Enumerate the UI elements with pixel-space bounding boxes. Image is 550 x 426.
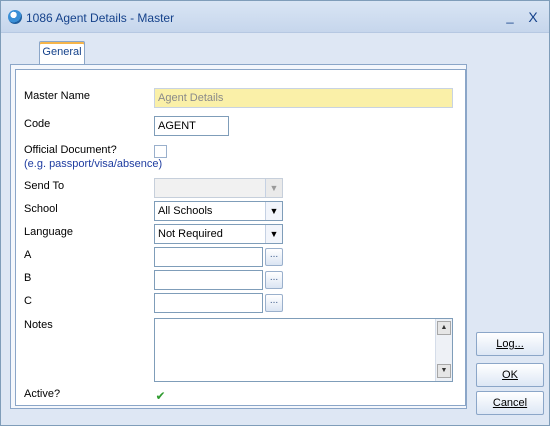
official-document-hint: (e.g. passport/visa/absence) (24, 158, 163, 170)
ok-button[interactable]: OK (476, 363, 544, 387)
scroll-down-icon[interactable]: ▼ (437, 364, 451, 378)
master-name-label: Master Name (24, 90, 91, 102)
notes-textarea[interactable]: ▲ ▼ (154, 318, 453, 382)
official-document-checkbox[interactable] (154, 145, 167, 158)
master-name-field: Agent Details (154, 88, 453, 108)
minimize-button[interactable]: _ (502, 9, 518, 25)
school-value: All Schools (158, 205, 213, 217)
chevron-down-icon[interactable]: ▼ (265, 202, 282, 220)
chevron-down-icon: ▼ (265, 179, 282, 197)
notes-label: Notes (24, 319, 53, 331)
language-select[interactable]: Not Required ▼ (154, 224, 283, 244)
c-browse-button[interactable]: ... (265, 294, 283, 312)
official-document-label: Official Document? (24, 144, 117, 156)
code-label: Code (24, 118, 51, 130)
active-label: Active? (24, 388, 61, 400)
a-label: A (24, 249, 32, 261)
a-browse-button[interactable]: ... (265, 248, 283, 266)
send-to-label: Send To (24, 180, 65, 192)
chevron-down-icon[interactable]: ▼ (265, 225, 282, 243)
b-input[interactable] (154, 270, 263, 290)
cancel-button[interactable]: Cancel (476, 391, 544, 415)
b-label: B (24, 272, 32, 284)
language-label: Language (24, 226, 73, 238)
tab-general[interactable]: General (39, 41, 85, 65)
b-browse-button[interactable]: ... (265, 271, 283, 289)
send-to-select: ▼ (154, 178, 283, 198)
language-value: Not Required (158, 228, 223, 240)
close-button[interactable]: X (525, 9, 541, 25)
c-label: C (24, 295, 32, 307)
title-bar[interactable]: 1086 Agent Details - Master _ X (1, 1, 549, 33)
agent-details-window: 1086 Agent Details - Master _ X General … (0, 0, 550, 426)
school-label: School (24, 203, 58, 215)
active-checkbox[interactable]: ✔ (154, 389, 167, 402)
notes-scrollbar[interactable]: ▲ ▼ (435, 319, 452, 381)
log-button[interactable]: Log... (476, 332, 544, 356)
a-input[interactable] (154, 247, 263, 267)
app-globe-icon (8, 10, 22, 24)
code-input[interactable]: AGENT (154, 116, 229, 136)
school-select[interactable]: All Schools ▼ (154, 201, 283, 221)
c-input[interactable] (154, 293, 263, 313)
scroll-up-icon[interactable]: ▲ (437, 321, 451, 335)
window-title: 1086 Agent Details - Master (26, 11, 175, 25)
